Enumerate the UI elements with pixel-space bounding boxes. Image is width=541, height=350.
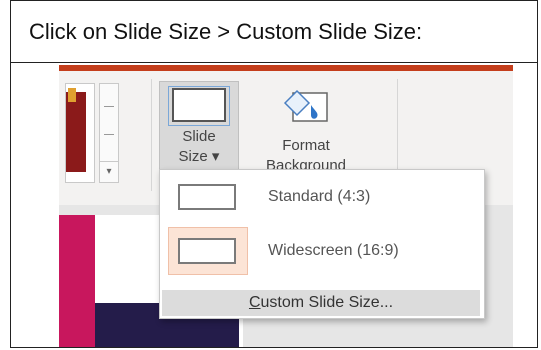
slide-thumbnail-edge [59, 215, 95, 347]
theme-accent-swatch [68, 88, 76, 102]
standard-aspect-icon [178, 184, 236, 210]
custom-slide-size-label: ustom Slide Size... [260, 294, 394, 311]
slide-size-label-line1: Slide [182, 128, 216, 145]
gallery-more-icon[interactable]: ▾ [100, 161, 118, 182]
scroll-down-icon [104, 134, 114, 135]
standard-option-label: Standard (4:3) [268, 188, 371, 205]
theme-variant-thumbnail[interactable] [65, 83, 95, 183]
slide-size-label-line2: Size ▾ [178, 148, 220, 165]
format-background-icon [283, 89, 328, 122]
slide-size-icon [168, 86, 230, 126]
scroll-up-icon [104, 106, 114, 107]
format-background-label-line1: Format [282, 137, 330, 154]
variants-gallery-scroll[interactable]: ▾ [99, 83, 119, 183]
custom-slide-size-accesskey: C [248, 294, 261, 311]
standard-option[interactable]: Standard (4:3) [160, 172, 484, 222]
slide-size-dropdown: Standard (4:3) Widescreen (16:9) Custom … [159, 169, 485, 319]
instruction-caption: Click on Slide Size > Custom Slide Size: [11, 1, 537, 63]
widescreen-option-label: Widescreen (16:9) [268, 242, 399, 259]
instruction-frame: Click on Slide Size > Custom Slide Size:… [10, 0, 538, 348]
widescreen-option[interactable]: Widescreen (16:9) [160, 226, 484, 276]
ribbon-separator [151, 79, 152, 191]
custom-slide-size-option[interactable]: Custom Slide Size... [162, 290, 480, 316]
powerpoint-screenshot: ▾ Slide Size ▾ Format Background ⌃ [59, 65, 513, 347]
widescreen-aspect-icon [178, 238, 236, 264]
theme-color-swatch [66, 92, 86, 172]
